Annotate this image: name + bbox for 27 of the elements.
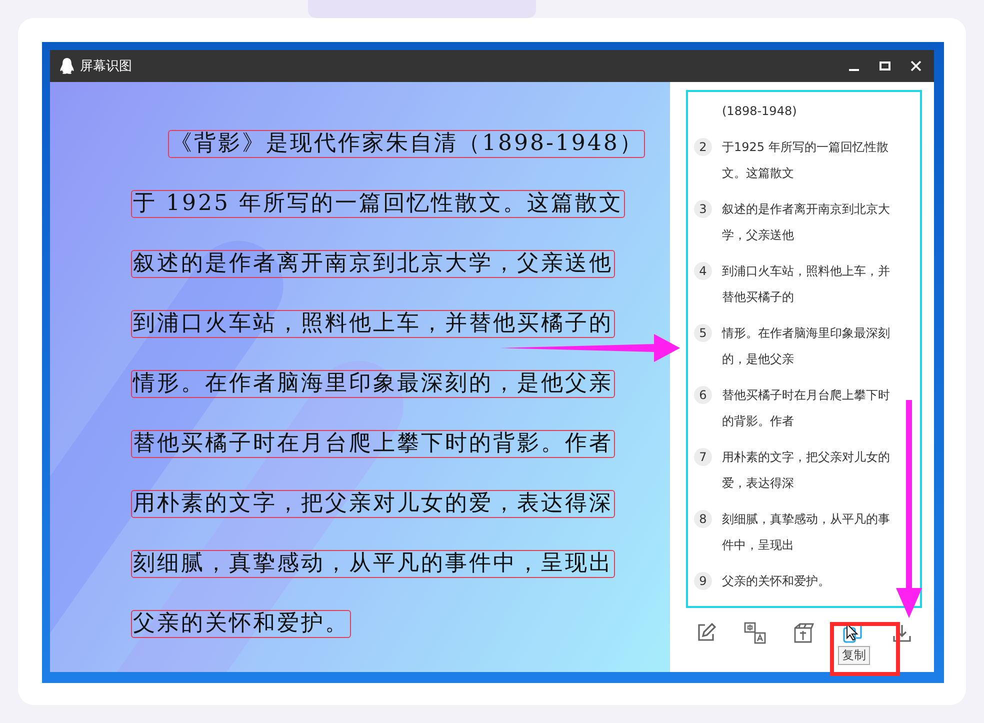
close-icon[interactable] [910, 60, 922, 72]
line-number: 3 [694, 200, 712, 218]
line-number: 2 [694, 138, 712, 156]
result-text[interactable]: 情形。在作者脑海里印象最深刻 的，是他父亲 [722, 320, 890, 372]
line-number: 6 [694, 386, 712, 404]
line-number: 8 [694, 510, 712, 528]
result-text[interactable]: (1898-1948) [722, 98, 797, 124]
translate-icon[interactable] [744, 622, 766, 644]
result-text[interactable]: 刻细腻，真挚感动，从平凡的事 件中，呈现出 [722, 506, 890, 558]
result-text[interactable]: 父亲的关怀和爱护。 [722, 568, 830, 594]
penguin-icon [60, 58, 74, 74]
highlight-frame [830, 622, 900, 676]
line-number: 7 [694, 448, 712, 466]
download-icon[interactable] [892, 623, 912, 643]
result-text[interactable]: 用朴素的文字，把父亲对儿女的 爱，表达得深 [722, 444, 890, 496]
line-number: 4 [694, 262, 712, 280]
edit-icon[interactable] [696, 623, 716, 643]
box-icon[interactable] [793, 622, 815, 644]
result-text[interactable]: 于1925 年所写的一篇回忆性散 文。这篇散文 [722, 134, 888, 186]
result-text[interactable]: 替他买橘子时在月台爬上攀下时 的背影。作者 [722, 382, 890, 434]
result-text[interactable]: 叙述的是作者离开南京到北京大 学，父亲送他 [722, 196, 890, 248]
maximize-icon[interactable] [879, 60, 891, 72]
line-number: 5 [694, 324, 712, 342]
window-title: 屏幕识图 [80, 58, 132, 75]
tooltip: 复制 [838, 646, 870, 665]
result-text[interactable]: 到浦口火车站，照料他上车，并 替他买橘子的 [722, 258, 890, 310]
line-number: 9 [694, 572, 712, 590]
